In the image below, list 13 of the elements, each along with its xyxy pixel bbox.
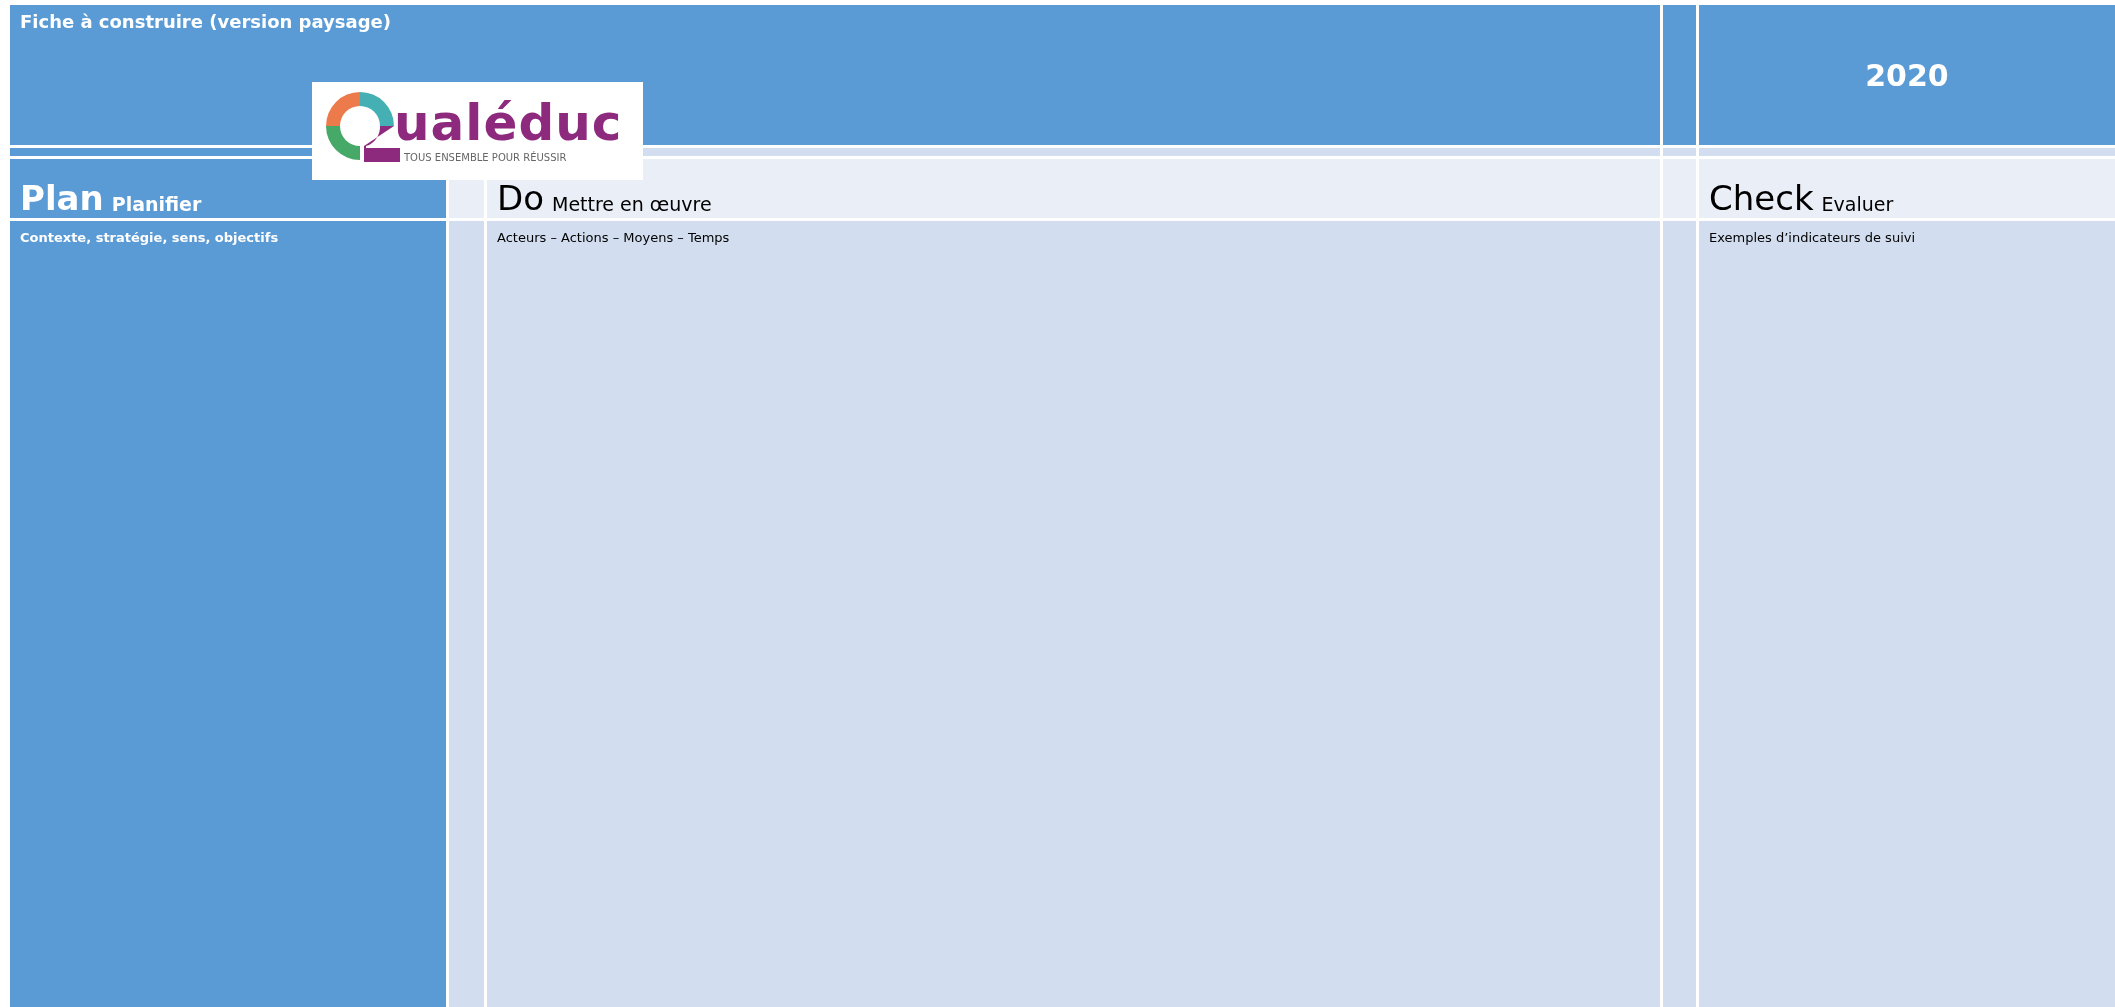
section-subheading: Mettre en œuvre [552,194,712,215]
section-description: Exemples d’indicateurs de suivi [1709,230,1916,245]
section-heading: Do [497,181,544,215]
section-heading: Plan [20,181,104,215]
section-subheading: Evaluer [1821,194,1894,215]
year: 2020 [1865,57,1949,93]
logo-tagline: TOUS ENSEMBLE POUR RÉUSSIR [404,152,567,164]
form-title: Fiche à construire (version paysage) [20,11,391,32]
section-description: Acteurs – Actions – Moyens – Temps [497,230,730,245]
section-heading: Check [1709,181,1814,215]
section-description: Contexte, stratégie, sens, objectifs [20,230,279,245]
logo-wordmark: ualéduc [394,98,623,148]
section-subheading: Planifier [111,194,202,215]
